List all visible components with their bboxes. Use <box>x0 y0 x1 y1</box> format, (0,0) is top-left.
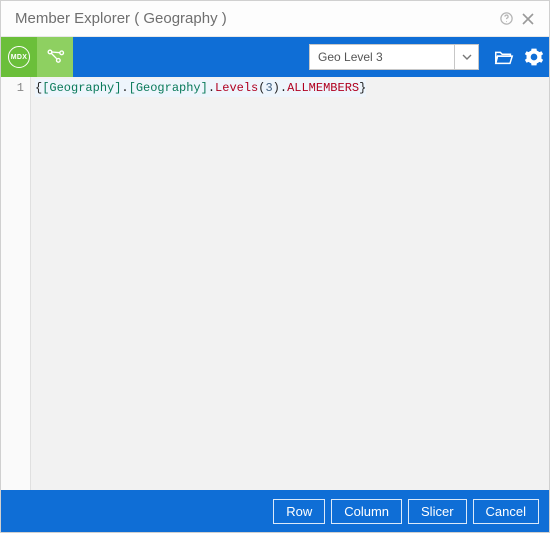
code-token: 3 <box>265 81 272 95</box>
code-token: Levels <box>215 81 258 95</box>
line-number: 1 <box>1 79 24 97</box>
open-folder-icon[interactable] <box>489 42 519 72</box>
column-button[interactable]: Column <box>331 499 402 524</box>
code-line: {[Geography].[Geography].Levels(3).ALLME… <box>35 79 366 97</box>
title-bar: Member Explorer ( Geography ) <box>1 1 549 37</box>
mdx-mode-button[interactable]: MDX <box>1 37 37 77</box>
gear-icon[interactable] <box>519 42 549 72</box>
row-button[interactable]: Row <box>273 499 325 524</box>
line-gutter: 1 <box>1 77 31 490</box>
window-title: Member Explorer ( Geography ) <box>15 10 495 27</box>
code-token: } <box>359 81 366 95</box>
help-icon[interactable] <box>495 8 517 30</box>
code-token: ) <box>273 81 280 95</box>
cancel-button[interactable]: Cancel <box>473 499 539 524</box>
level-select[interactable]: Geo Level 3 <box>309 44 479 70</box>
tree-mode-button[interactable] <box>37 37 73 77</box>
close-icon[interactable] <box>517 8 539 30</box>
hierarchy-icon <box>45 47 65 67</box>
chevron-down-icon <box>454 45 478 69</box>
slicer-button[interactable]: Slicer <box>408 499 467 524</box>
code-token: . <box>208 81 215 95</box>
code-token: ALLMEMBERS <box>287 81 359 95</box>
level-select-value: Geo Level 3 <box>310 50 454 64</box>
code-token: [Geography] <box>42 81 121 95</box>
toolbar: MDX Geo Level 3 <box>1 37 549 77</box>
mode-toggle: MDX <box>1 37 73 77</box>
code-token: . <box>280 81 287 95</box>
code-token: [Geography] <box>129 81 208 95</box>
footer: Row Column Slicer Cancel <box>1 490 549 532</box>
code-area[interactable]: {[Geography].[Geography].Levels(3).ALLME… <box>31 77 549 490</box>
code-editor[interactable]: 1 {[Geography].[Geography].Levels(3).ALL… <box>1 77 549 490</box>
mdx-icon: MDX <box>8 46 30 68</box>
code-token: . <box>121 81 128 95</box>
